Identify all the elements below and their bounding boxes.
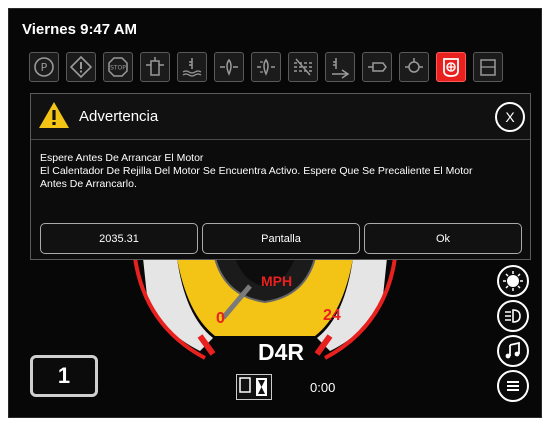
indicator-hydraulic-temp [251,52,281,82]
indicator-engine-oil [362,52,392,82]
code-button[interactable]: 2035.31 [40,223,198,254]
message-line: Antes De Arrancarlo. [40,178,137,190]
clock: Viernes 9:47 AM [22,21,138,38]
warning-icon [39,102,69,128]
fuel-filter-icon [146,57,164,76]
svg-text:P: P [41,61,48,74]
indicator-fuel-filter [140,52,170,82]
close-button[interactable]: X [495,102,525,132]
indicator-glow-plug [399,52,429,82]
indicator-transmission-temp [325,52,355,82]
headlight-icon [505,309,521,323]
ok-button[interactable]: Ok [364,223,522,254]
indicator-grid-heater [436,52,466,82]
parking-brake-icon: P [34,57,54,77]
indicator-stop: STOP [103,52,133,82]
message-line: El Calentador De Rejilla Del Motor Se En… [40,165,473,177]
indicator-def-level [473,52,503,82]
gauge-max-label: 24 [323,307,341,324]
speed-unit-label: MPH [261,273,293,289]
dialog-message: Espere Antes De Arrancar El Motor El Cal… [40,152,520,191]
coolant-temp-icon [182,58,202,77]
stop-icon: STOP [108,57,128,77]
headlight-button[interactable] [497,300,529,332]
menu-icon [507,381,519,391]
warning-dialog: Advertencia X Espere Antes De Arrancar E… [30,93,531,260]
music-note-icon [505,341,520,359]
gauge-min-label: 0 [216,310,225,327]
hydraulic-temp-icon [257,58,275,76]
screen-button[interactable]: Pantalla [202,223,360,254]
menu-button[interactable] [497,370,529,402]
def-level-icon [480,59,496,76]
brightness-button[interactable] [497,265,529,297]
music-button[interactable] [497,335,529,367]
hourglass-icon[interactable] [236,374,272,400]
indicator-coolant-temp [177,52,207,82]
engine-oil-icon [368,62,387,72]
dialog-header: Advertencia X [31,94,530,140]
air-filter-icon [294,58,312,76]
indicator-hydraulic-filter [214,52,244,82]
close-icon: X [505,109,515,125]
message-line: Espere Antes De Arrancar El Motor [40,152,204,164]
grid-heater-icon [443,58,459,77]
glow-plug-icon [405,58,423,73]
indicator-air-filter [288,52,318,82]
gear-selector[interactable]: 1 [30,355,98,397]
hydraulic-filter-icon [220,58,238,76]
transmission-gear-label: D4R [258,339,305,365]
indicator-warning-diamond [66,52,96,82]
idle-timer-value: 0:00 [310,380,336,395]
warning-diamond-icon [69,55,93,79]
indicator-parking-brake: P [29,52,59,82]
dialog-title: Advertencia [79,108,159,125]
brightness-icon [503,271,523,291]
svg-text:STOP: STOP [110,65,126,72]
transmission-temp-icon [332,58,350,79]
